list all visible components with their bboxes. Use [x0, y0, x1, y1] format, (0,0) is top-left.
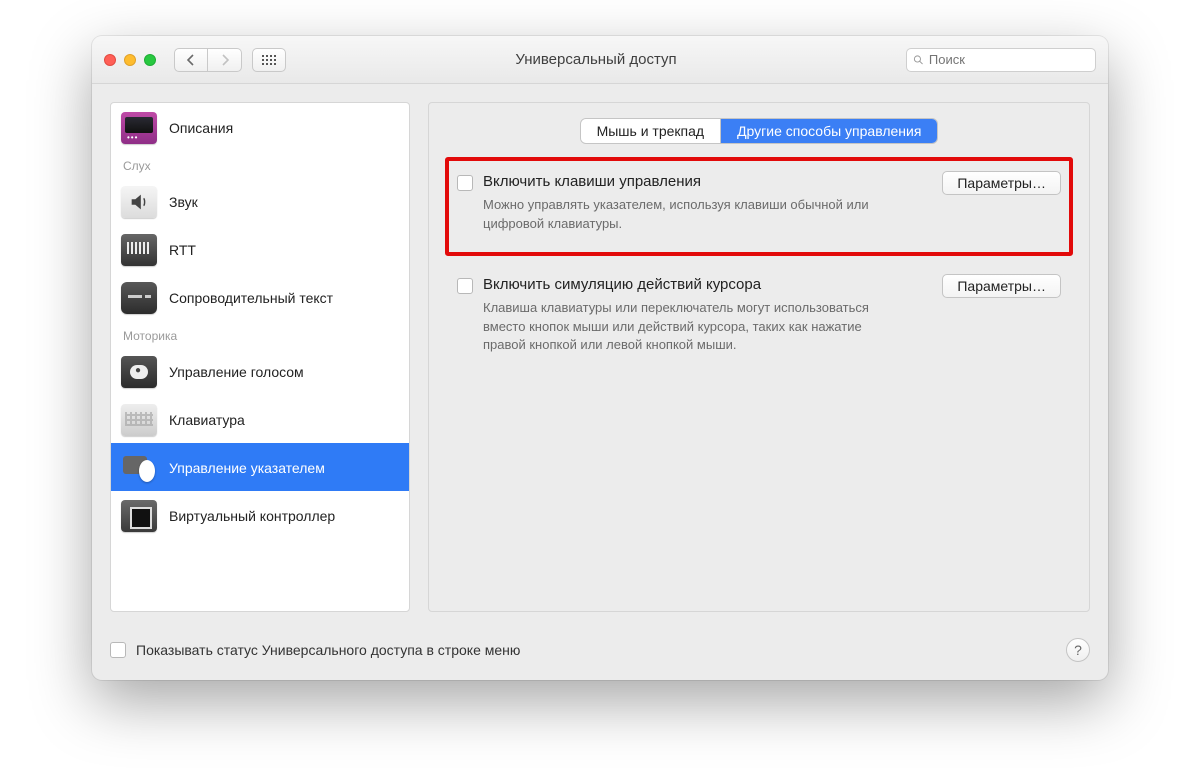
setting-title: Включить симуляцию действий курсора	[483, 276, 932, 293]
help-button[interactable]: ?	[1066, 638, 1090, 662]
content-area: Описания Слух Звук RTT Сопроводительный …	[92, 84, 1108, 630]
descriptions-icon	[121, 112, 157, 144]
setting-title: Включить клавиши управления	[483, 173, 932, 190]
sidebar-item-descriptions[interactable]: Описания	[111, 103, 409, 151]
tab-bar: Мышь и трекпад Другие способы управления	[451, 119, 1067, 143]
close-window-button[interactable]	[104, 54, 116, 66]
sidebar-item-label: Виртуальный контроллер	[169, 508, 335, 524]
sidebar-category-motor: Моторика	[111, 321, 409, 347]
options-button-switch-control[interactable]: Параметры…	[942, 274, 1061, 298]
forward-button[interactable]	[208, 48, 242, 72]
highlight-annotation: Включить клавиши управления Можно управл…	[445, 157, 1073, 256]
back-button[interactable]	[174, 48, 208, 72]
sidebar-item-label: Сопроводительный текст	[169, 290, 333, 306]
sidebar-item-virtual-controller[interactable]: Виртуальный контроллер	[111, 491, 409, 539]
options-button-mouse-keys[interactable]: Параметры…	[942, 171, 1061, 195]
checkbox-mouse-keys[interactable]	[457, 175, 473, 191]
zoom-window-button[interactable]	[144, 54, 156, 66]
captions-icon	[121, 282, 157, 314]
main-pane: Мышь и трекпад Другие способы управления…	[428, 102, 1090, 612]
sidebar-item-label: RTT	[169, 242, 196, 258]
pointer-control-icon	[121, 452, 157, 484]
sidebar-item-sound[interactable]: Звук	[111, 177, 409, 225]
footer-label: Показывать статус Универсального доступа…	[136, 642, 520, 658]
setting-description: Можно управлять указателем, используя кл…	[483, 196, 903, 234]
footer: Показывать статус Универсального доступа…	[92, 630, 1108, 680]
sidebar-item-label: Описания	[169, 120, 233, 136]
chevron-left-icon	[186, 54, 196, 66]
voice-control-icon	[121, 356, 157, 388]
setting-description: Клавиша клавиатуры или переключатель мог…	[483, 299, 903, 356]
help-icon: ?	[1074, 642, 1082, 658]
window-controls	[104, 54, 156, 66]
search-icon	[913, 54, 924, 66]
sidebar-item-label: Управление указателем	[169, 460, 325, 476]
sidebar[interactable]: Описания Слух Звук RTT Сопроводительный …	[110, 102, 410, 612]
sound-icon	[121, 186, 157, 218]
virtual-controller-icon	[121, 500, 157, 532]
search-input[interactable]	[929, 52, 1089, 67]
preferences-window: Универсальный доступ Описания Слух Звук …	[92, 36, 1108, 680]
sidebar-item-voice-control[interactable]: Управление голосом	[111, 347, 409, 395]
titlebar: Универсальный доступ	[92, 36, 1108, 84]
checkbox-switch-control[interactable]	[457, 278, 473, 294]
sidebar-item-label: Клавиатура	[169, 412, 245, 428]
sidebar-item-rtt[interactable]: RTT	[111, 225, 409, 273]
sidebar-item-pointer-control[interactable]: Управление указателем	[111, 443, 409, 491]
search-field[interactable]	[906, 48, 1096, 72]
keyboard-icon	[121, 404, 157, 436]
sidebar-item-captions[interactable]: Сопроводительный текст	[111, 273, 409, 321]
minimize-window-button[interactable]	[124, 54, 136, 66]
sidebar-item-label: Управление голосом	[169, 364, 304, 380]
sidebar-item-label: Звук	[169, 194, 198, 210]
rtt-icon	[121, 234, 157, 266]
grid-icon	[262, 55, 276, 65]
window-title: Универсальный доступ	[296, 51, 896, 68]
checkbox-show-status-menubar[interactable]	[110, 642, 126, 658]
chevron-right-icon	[220, 54, 230, 66]
nav-buttons	[174, 48, 242, 72]
setting-switch-control: Включить симуляцию действий курсора Клав…	[451, 266, 1067, 372]
sidebar-item-keyboard[interactable]: Клавиатура	[111, 395, 409, 443]
sidebar-category-hearing: Слух	[111, 151, 409, 177]
tab-mouse-trackpad[interactable]: Мышь и трекпад	[581, 119, 721, 143]
setting-mouse-keys: Включить клавиши управления Можно управл…	[451, 163, 1067, 250]
show-all-button[interactable]	[252, 48, 286, 72]
tab-alternate-control[interactable]: Другие способы управления	[720, 119, 937, 143]
